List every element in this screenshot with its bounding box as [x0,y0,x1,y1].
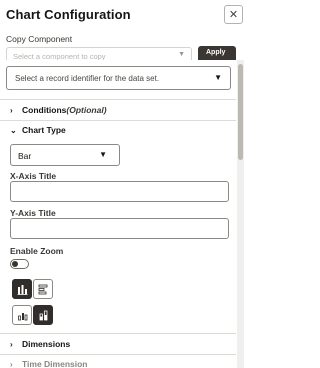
divider [0,354,236,355]
grouped-bar-button[interactable] [12,305,32,325]
scrollbar[interactable] [237,60,244,368]
section-dimensions-label: Dimensions [22,339,71,349]
record-identifier-placeholder: Select a record identifier for the data … [15,74,160,83]
chevron-down-icon: ⌄ [10,125,17,135]
caret-down-icon: ▼ [99,150,107,159]
dialog-header: Chart Configuration ✕ [0,0,250,33]
section-dimensions[interactable]: › Dimensions [10,339,70,349]
horizontal-bar-button[interactable] [33,279,53,299]
scrollbar-thumb[interactable] [238,64,243,160]
toggle-knob [12,261,18,267]
enable-zoom-label: Enable Zoom [10,246,64,256]
section-time-dimension[interactable]: › Time Dimension [10,359,88,368]
vertical-bars-icon [17,284,27,295]
record-identifier-select[interactable]: Select a record identifier for the data … [6,66,231,90]
vertical-bar-button[interactable] [12,279,32,299]
chart-type-select[interactable]: Bar ▼ [10,144,120,166]
close-icon: ✕ [228,9,239,21]
section-time-label: Time Dimension [22,359,88,368]
y-axis-title-label: Y-Axis Title [10,208,56,218]
x-axis-title-input[interactable] [10,181,229,202]
horizontal-bars-icon [38,284,47,294]
copy-component-select[interactable]: Select a component to copy ▼ [6,47,192,60]
caret-down-icon: ▼ [214,73,222,82]
x-axis-title-label: X-Axis Title [10,171,57,181]
chevron-right-icon: › [10,359,13,368]
chart-type-value: Bar [18,151,32,161]
grouped-bars-icon [17,312,27,320]
close-button[interactable]: ✕ [224,5,243,24]
section-conditions-label: Conditions [22,105,67,115]
section-chart-type[interactable]: ⌄ Chart Type [10,125,66,135]
stacked-bars-icon [39,310,47,320]
copy-component-label: Copy Component [6,34,73,44]
copy-component-row: Select a component to copy ▼ Apply [6,45,244,60]
chevron-right-icon: › [10,105,13,115]
divider [0,99,236,100]
divider [0,120,236,121]
config-panel: Select a record identifier for the data … [0,60,236,368]
chevron-right-icon: › [10,339,13,349]
stacked-bar-button[interactable] [33,305,53,325]
enable-zoom-toggle[interactable] [10,259,29,269]
divider [0,333,236,334]
chevron-down-icon: ▼ [178,51,185,58]
copy-component-placeholder: Select a component to copy [13,52,106,60]
dialog-title: Chart Configuration [6,7,131,22]
section-chart-type-label: Chart Type [22,125,66,135]
section-conditions[interactable]: › Conditions (Optional) [10,105,107,115]
copy-apply-button[interactable]: Apply [198,46,236,60]
section-conditions-optional: (Optional) [66,105,107,115]
y-axis-title-input[interactable] [10,218,229,239]
